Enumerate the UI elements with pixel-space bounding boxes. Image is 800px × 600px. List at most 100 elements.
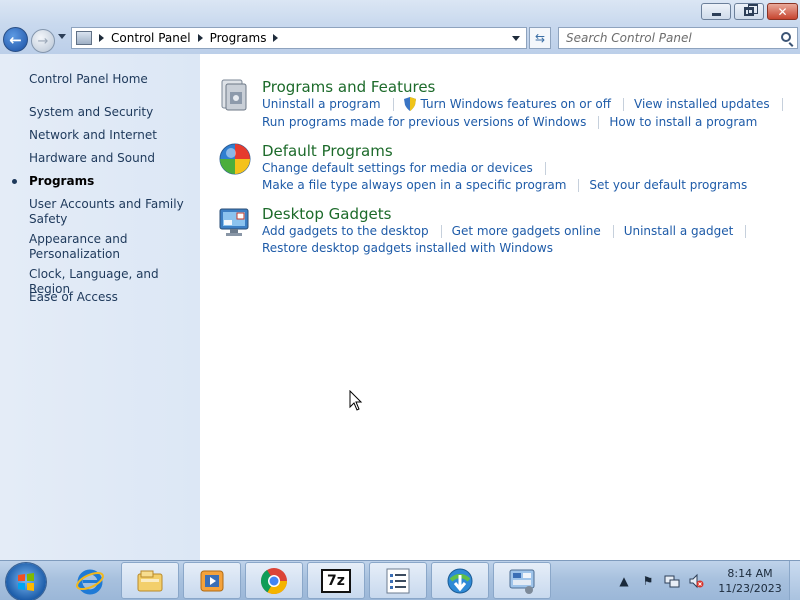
chrome-icon [260,567,288,594]
file-type-association-link[interactable]: Make a file type always open in a specif… [262,178,566,192]
download-manager-icon [447,568,473,593]
taskbar-list-app[interactable] [369,562,427,599]
internet-explorer-icon [76,569,104,594]
programs-features-row-1: Uninstall a program Turn Windows feature… [262,97,793,111]
search-box[interactable] [558,27,798,49]
show-hidden-icons[interactable]: ▲ [616,573,632,589]
link-divider [612,224,614,238]
windows-start-icon [18,573,34,591]
network-icon[interactable] [664,573,680,589]
control-panel-folder-icon [76,31,92,45]
get-more-gadgets-link[interactable]: Get more gadgets online [452,224,601,238]
sidebar-item-network-internet[interactable]: Network and Internet [29,128,194,143]
search-input[interactable] [559,28,769,48]
default-programs-title[interactable]: Default Programs [262,142,393,160]
breadcrumb-chevron-icon[interactable] [197,34,203,42]
sidebar-item-system-security[interactable]: System and Security [29,105,194,120]
show-desktop-button[interactable] [789,561,800,600]
restore-button[interactable] [734,3,764,20]
sidebar-item-appearance[interactable]: Appearance and Personalization [29,232,194,262]
programs-features-row-2: Run programs made for previous versions … [262,115,757,129]
7zip-icon: 7z [321,568,351,593]
uninstall-gadget-link[interactable]: Uninstall a gadget [624,224,734,238]
refresh-button[interactable]: ⇆ [529,27,551,49]
programs-features-icon[interactable] [218,78,252,112]
sidebar-item-hardware-sound[interactable]: Hardware and Sound [29,151,194,166]
refresh-icon: ⇆ [534,31,546,45]
file-explorer-icon [137,570,163,591]
desktop-gadgets-row-2: Restore desktop gadgets installed with W… [262,241,553,255]
restore-icon [744,4,758,16]
breadcrumb-chevron-icon[interactable] [273,34,279,42]
link-divider [781,97,783,111]
run-older-programs-link[interactable]: Run programs made for previous versions … [262,115,586,129]
taskbar-chrome[interactable] [245,562,303,599]
uninstall-program-link[interactable]: Uninstall a program [262,97,381,111]
volume-muted-icon[interactable] [688,573,704,589]
search-icon[interactable] [781,32,791,42]
desktop-gadgets-title[interactable]: Desktop Gadgets [262,205,391,223]
taskbar-internet-explorer[interactable] [61,562,119,599]
system-tray: ▲ ⚑ [616,561,712,600]
breadcrumb-programs[interactable]: Programs [210,31,267,45]
clock-time: 8:14 AM [727,567,773,580]
taskbar-file-explorer[interactable] [121,562,179,599]
address-bar[interactable]: Control Panel Programs [71,27,527,49]
taskbar-7zip[interactable]: 7z [307,562,365,599]
breadcrumb-control-panel[interactable]: Control Panel [111,31,191,45]
how-to-install-link[interactable]: How to install a program [609,115,757,129]
default-programs-row-2: Make a file type always open in a specif… [262,178,747,192]
taskbar-media-player[interactable] [183,562,241,599]
recent-pages-dropdown[interactable] [58,34,66,39]
close-icon: ✕ [777,4,788,19]
sidebar-item-programs: Programs [29,174,95,188]
add-gadgets-link[interactable]: Add gadgets to the desktop [262,224,429,238]
change-default-media-link[interactable]: Change default settings for media or dev… [262,161,533,175]
desktop-gadgets-row-1: Add gadgets to the desktop Get more gadg… [262,224,756,238]
control-panel-icon [509,569,535,594]
current-item-bullet-icon [12,179,17,184]
link-divider [544,161,546,175]
minimize-button[interactable] [701,3,731,20]
default-programs-icon[interactable] [218,142,252,176]
taskbar-clock[interactable]: 8:14 AM 11/23/2023 [714,566,786,596]
turn-windows-features-link[interactable]: Turn Windows features on or off [421,97,612,111]
link-divider [578,178,580,192]
back-arrow-icon: ← [9,30,22,49]
set-default-programs-link[interactable]: Set your default programs [589,178,747,192]
breadcrumb-chevron-icon[interactable] [99,34,104,42]
address-dropdown-icon[interactable] [512,36,520,41]
forward-button[interactable]: → [31,29,55,53]
minimize-icon [711,13,721,16]
forward-arrow-icon: → [37,33,49,49]
restore-gadgets-link[interactable]: Restore desktop gadgets installed with W… [262,241,553,255]
view-installed-updates-link[interactable]: View installed updates [634,97,770,111]
main-content: Programs and Features Uninstall a progra… [200,54,800,560]
taskbar-download-manager[interactable] [431,562,489,599]
programs-features-title[interactable]: Programs and Features [262,78,435,96]
mouse-cursor-icon [349,390,363,411]
link-divider [440,224,442,238]
sidebar: Control Panel Home System and Security N… [0,54,200,560]
clock-date: 11/23/2023 [718,582,782,595]
back-button[interactable]: ← [3,27,28,52]
list-app-icon [386,568,410,593]
media-player-icon [200,570,224,591]
desktop-gadgets-icon[interactable] [218,205,252,239]
navigation-bar: ← → Control Panel Programs ⇆ [0,24,800,54]
default-programs-row-1: Change default settings for media or dev… [262,161,556,175]
action-center-icon[interactable]: ⚑ [640,573,656,589]
taskbar-control-panel[interactable] [493,562,551,599]
link-divider [598,115,600,129]
sidebar-item-ease-of-access[interactable]: Ease of Access [29,290,194,305]
start-button[interactable] [6,563,46,600]
close-button[interactable]: ✕ [767,3,798,20]
link-divider [392,97,394,111]
link-divider [623,97,625,111]
link-divider [745,224,747,238]
title-bar: ✕ [0,0,800,24]
sidebar-item-control-panel-home[interactable]: Control Panel Home [29,72,194,87]
taskbar: 7z ▲ ⚑ 8:14 AM 11/23/2023 [0,560,800,600]
sidebar-item-user-accounts[interactable]: User Accounts and Family Safety [29,197,194,227]
uac-shield-icon [403,97,416,111]
